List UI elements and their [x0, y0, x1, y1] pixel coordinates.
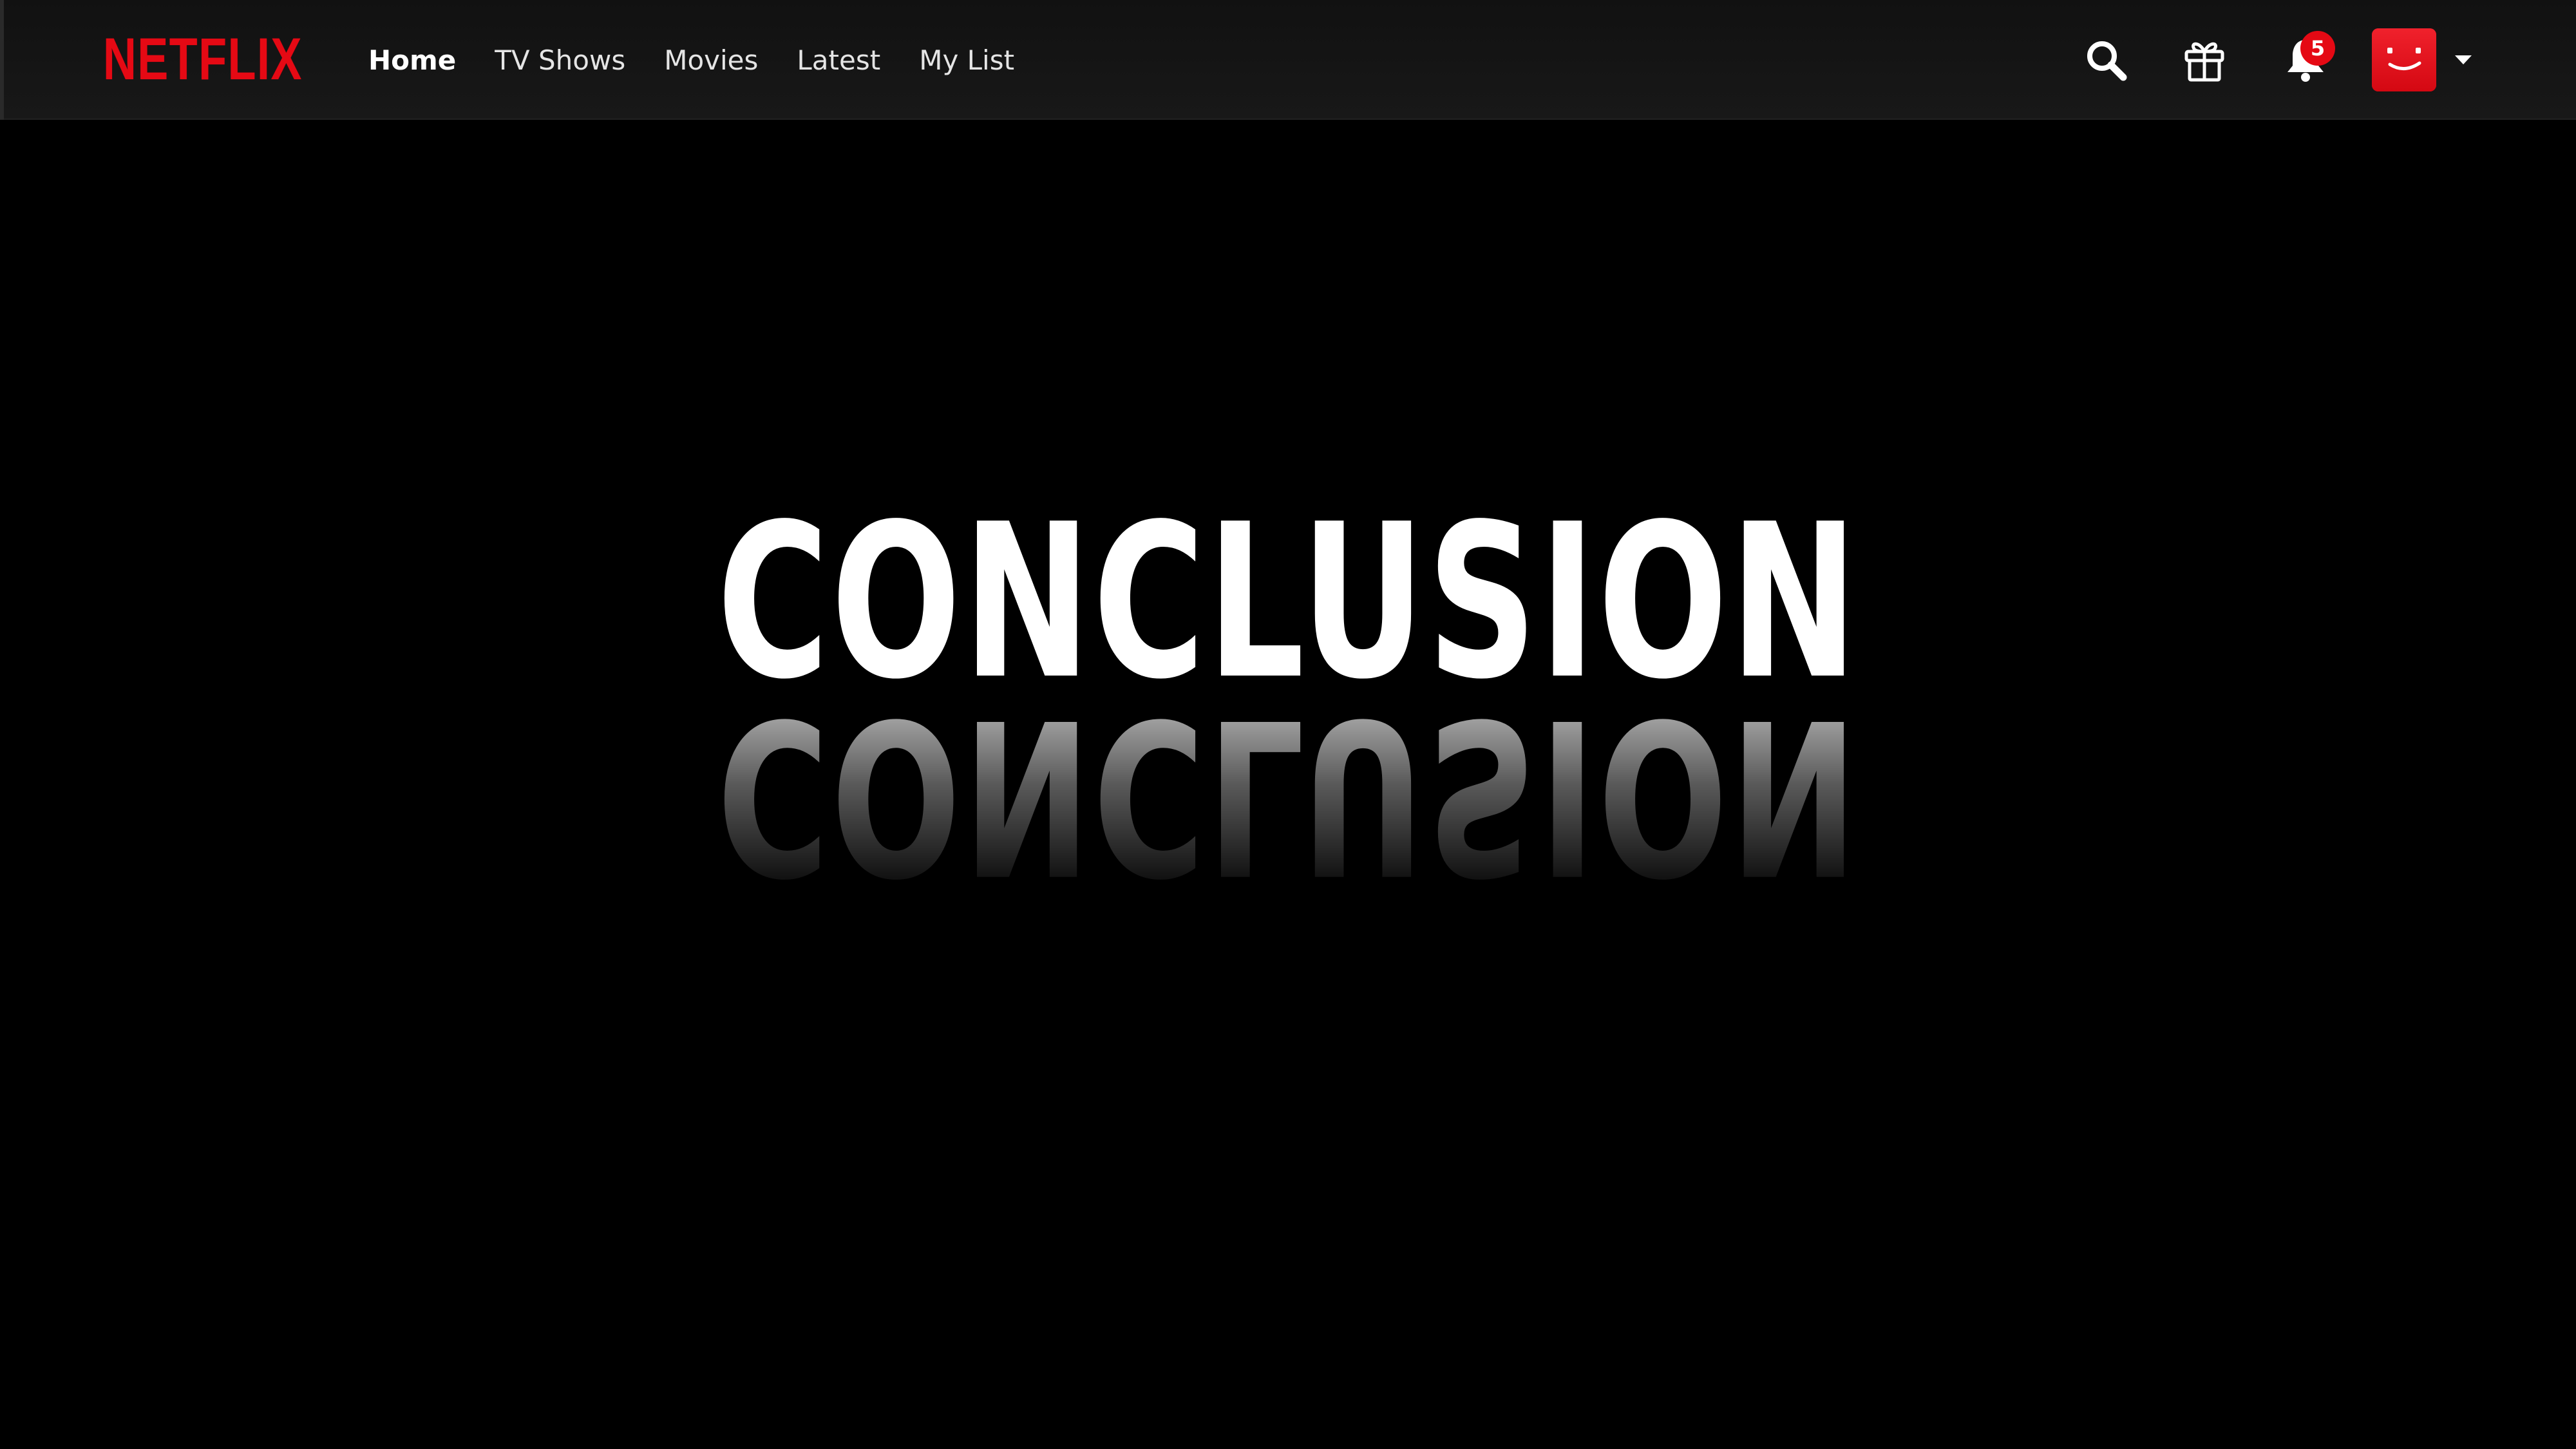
search-button[interactable]	[2083, 37, 2130, 84]
gift-icon	[2184, 42, 2224, 82]
netflix-page: NETFLIX Home TV Shows Movies Latest My L…	[0, 0, 2576, 1449]
nav-my-list[interactable]: My List	[919, 44, 1014, 76]
search-icon	[2087, 41, 2127, 81]
top-navbar: NETFLIX Home TV Shows Movies Latest My L…	[0, 0, 2576, 120]
nav-movies[interactable]: Movies	[664, 44, 758, 76]
hero-title-reflection-wrap: CONCLUSION	[0, 708, 2576, 902]
hero-title: CONCLUSION	[716, 478, 1860, 726]
gift-button[interactable]	[2180, 35, 2229, 84]
hero-title-reflection: CONCLUSION	[716, 708, 1860, 902]
nav-home[interactable]: Home	[368, 44, 456, 76]
profile-avatar[interactable]	[2372, 28, 2436, 91]
smiley-avatar-icon	[2372, 28, 2436, 91]
nav-latest[interactable]: Latest	[797, 44, 880, 76]
netflix-logo[interactable]: NETFLIX	[103, 27, 303, 91]
notification-count-badge: 5	[2300, 31, 2335, 66]
primary-nav: Home TV Shows Movies Latest My List	[368, 37, 1053, 82]
profile-menu-button[interactable]	[2454, 53, 2473, 67]
nav-tv-shows[interactable]: TV Shows	[495, 44, 625, 76]
caret-down-icon	[2455, 55, 2472, 64]
window-edge	[0, 0, 4, 120]
hero-title-wrap: CONCLUSION	[0, 496, 2576, 708]
